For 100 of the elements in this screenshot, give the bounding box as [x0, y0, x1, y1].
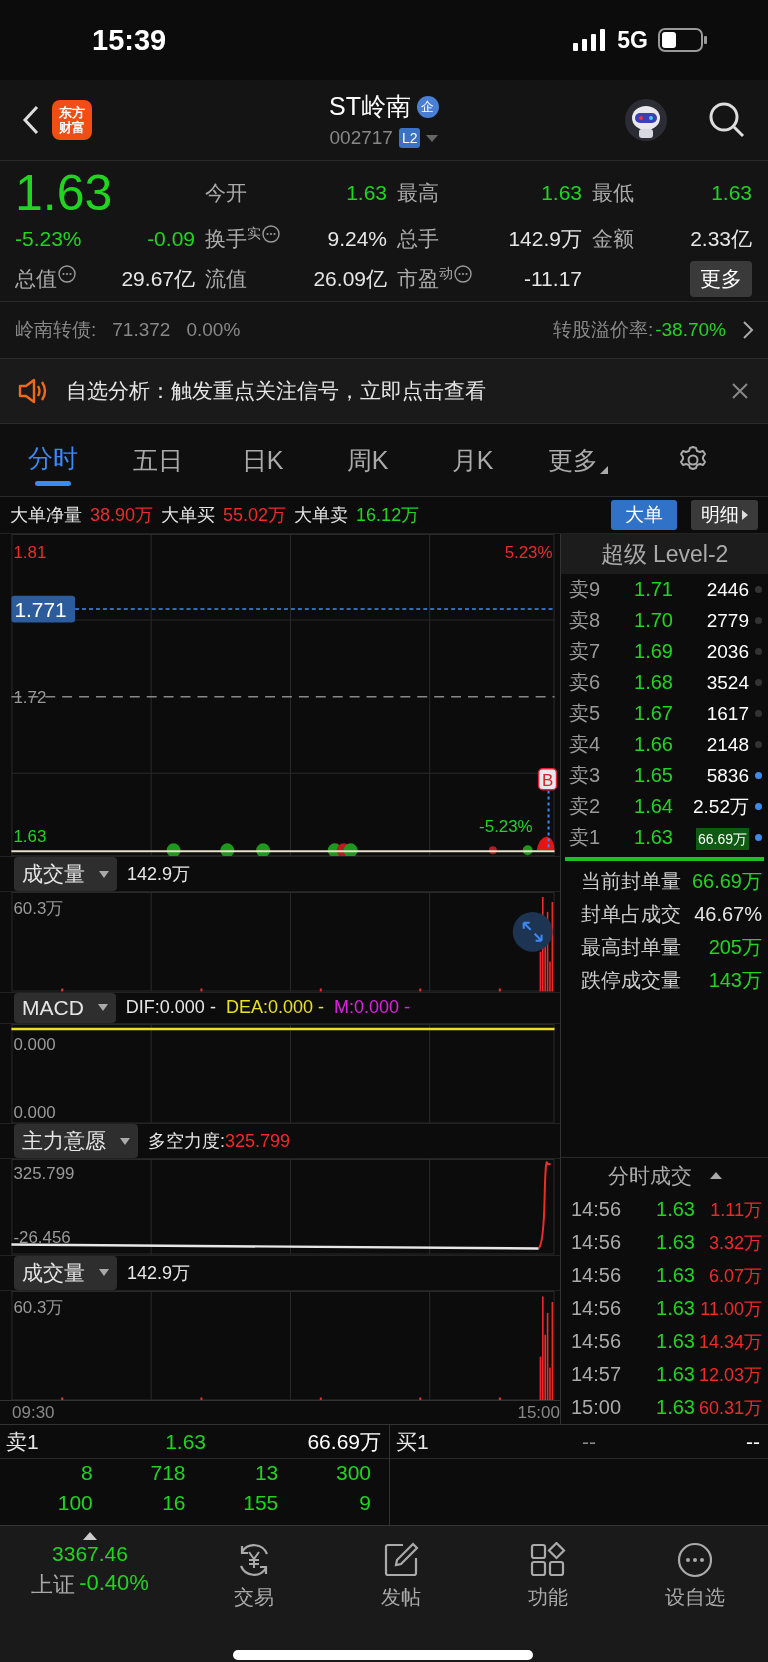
view-toggle-button[interactable]: 大单	[611, 500, 677, 530]
trade-time: 14:56	[571, 1330, 623, 1353]
apps-icon[interactable]	[529, 1542, 566, 1578]
seal-label: 跌停成交量	[581, 968, 681, 993]
expand-icon[interactable]	[512, 912, 553, 952]
queue-order: 100	[56, 1491, 93, 1515]
seal-value: 205万	[708, 935, 762, 960]
order-value: 38.90万	[90, 504, 154, 527]
trade-time: 14:56	[571, 1198, 623, 1221]
axis-label: 5.23%	[504, 542, 553, 562]
indicator-selector[interactable]: 成交量	[14, 1255, 117, 1290]
period-tab[interactable]: 周K	[315, 424, 420, 496]
ask-price: 1.68	[633, 671, 673, 694]
strength-label: 多空力度:	[148, 1130, 225, 1154]
nav-label[interactable]: 设自选	[664, 1584, 725, 1611]
axis-label: 0.000	[13, 1102, 56, 1122]
queue-order: 9	[358, 1491, 371, 1515]
trade-volume: 1.11万	[709, 1198, 762, 1222]
m-value: M:0.000 -	[333, 997, 410, 1019]
index-name[interactable]: 上证	[31, 1570, 76, 1600]
ask-label: 卖1	[569, 825, 602, 850]
queue-order: 155	[242, 1491, 279, 1515]
nav-label[interactable]: 功能	[527, 1584, 568, 1611]
stat-label: 金额	[592, 226, 634, 252]
seal-label: 当前封单量	[581, 869, 681, 894]
stat-label: 今开	[205, 180, 247, 206]
dea-value: DEA:0.000 -	[225, 997, 324, 1019]
period-tab[interactable]: 日K	[210, 424, 315, 496]
period-tab[interactable]: 五日	[105, 424, 210, 496]
ask-label: 卖4	[569, 732, 602, 757]
trade-price: 1.63	[655, 1396, 695, 1419]
strength-value: 325.799	[225, 1130, 291, 1152]
nav-label[interactable]: 发帖	[380, 1584, 421, 1611]
period-tab[interactable]: 月K	[420, 424, 525, 496]
queue-order: 13	[253, 1461, 279, 1485]
info-icon[interactable]	[454, 265, 472, 283]
caret-icon	[99, 870, 109, 878]
trade-time: 14:56	[571, 1264, 623, 1287]
trade-price: 1.63	[655, 1363, 695, 1386]
ask-price: 1.65	[633, 764, 673, 787]
period-tab[interactable]: 更多	[525, 424, 630, 496]
sort-up-icon[interactable]	[709, 1172, 722, 1179]
indicator-selector[interactable]: 成交量	[14, 857, 117, 892]
close-icon[interactable]	[732, 383, 748, 399]
stat-value: 142.9万	[508, 226, 582, 252]
last-price: 1.63	[15, 167, 114, 219]
period-tab[interactable]: 分时	[0, 424, 105, 496]
indicator-value: 142.9万	[127, 1261, 191, 1285]
ask-label: 卖2	[569, 794, 602, 819]
enterprise-badge: 企	[416, 95, 439, 118]
ask-volume: 66.69万	[695, 827, 749, 850]
ask-volume: 2.52万	[693, 795, 749, 817]
ask-volume: 66.69万	[306, 1428, 381, 1455]
axis-label: -5.23%	[479, 817, 533, 837]
chevron-right-icon[interactable]	[742, 320, 754, 340]
more-button[interactable]: 更多	[690, 261, 752, 297]
info-icon[interactable]	[262, 225, 280, 243]
robot-avatar-icon[interactable]	[624, 98, 668, 142]
caret-up-icon[interactable]	[83, 1532, 97, 1540]
ask-volume: 2779	[706, 609, 749, 631]
trade-price: 1.63	[655, 1264, 695, 1287]
axis-label: -26.456	[13, 1227, 71, 1247]
stat-label: 最低	[592, 180, 634, 206]
ask-price: 1.70	[633, 609, 673, 632]
ask-price: 1.63	[164, 1429, 206, 1454]
order-label: 大单卖	[294, 504, 349, 527]
caret-icon[interactable]	[426, 134, 439, 142]
trade-volume: 60.31万	[697, 1396, 762, 1420]
indicator-selector[interactable]: MACD	[14, 992, 116, 1023]
index-change[interactable]: -0.40%	[79, 1570, 149, 1600]
bond-change: 0.00%	[186, 319, 241, 341]
nav-label[interactable]: 交易	[233, 1584, 274, 1611]
signal-icon	[573, 29, 608, 51]
trade-time: 15:00	[571, 1396, 623, 1419]
search-icon[interactable]	[708, 101, 746, 139]
trade-price: 1.63	[655, 1297, 695, 1320]
arrow-right-icon	[742, 510, 748, 520]
time-label: 15:00	[517, 1402, 560, 1423]
indicator-selector[interactable]: 主力意愿	[14, 1124, 138, 1159]
ask-price: 1.67	[633, 702, 673, 725]
level2-title: 超级 Level-2	[561, 534, 768, 574]
stock-code: 002717	[329, 127, 393, 149]
ask-label: 卖1	[6, 1428, 40, 1455]
index-value[interactable]: 3367.46	[52, 1542, 128, 1566]
edit-icon[interactable]	[382, 1542, 419, 1578]
price-tag-text: 1.771	[14, 597, 67, 621]
back-icon[interactable]	[22, 105, 40, 135]
info-icon[interactable]	[58, 265, 76, 283]
order-label: 大单买	[161, 504, 216, 527]
dropdown-icon	[599, 466, 608, 474]
order-value: 55.02万	[223, 504, 287, 527]
trade-volume: 11.00万	[699, 1297, 762, 1321]
app-logo: 东方财富	[52, 100, 92, 140]
ask-volume: 5836	[706, 764, 749, 786]
view-toggle-button[interactable]: 明细	[691, 500, 758, 530]
change-amount: -0.09	[147, 227, 195, 251]
more-icon[interactable]	[676, 1542, 713, 1578]
caret-icon	[99, 1269, 109, 1277]
price-tag[interactable]: 1.771	[11, 595, 76, 623]
ask-price: 1.66	[633, 733, 673, 756]
